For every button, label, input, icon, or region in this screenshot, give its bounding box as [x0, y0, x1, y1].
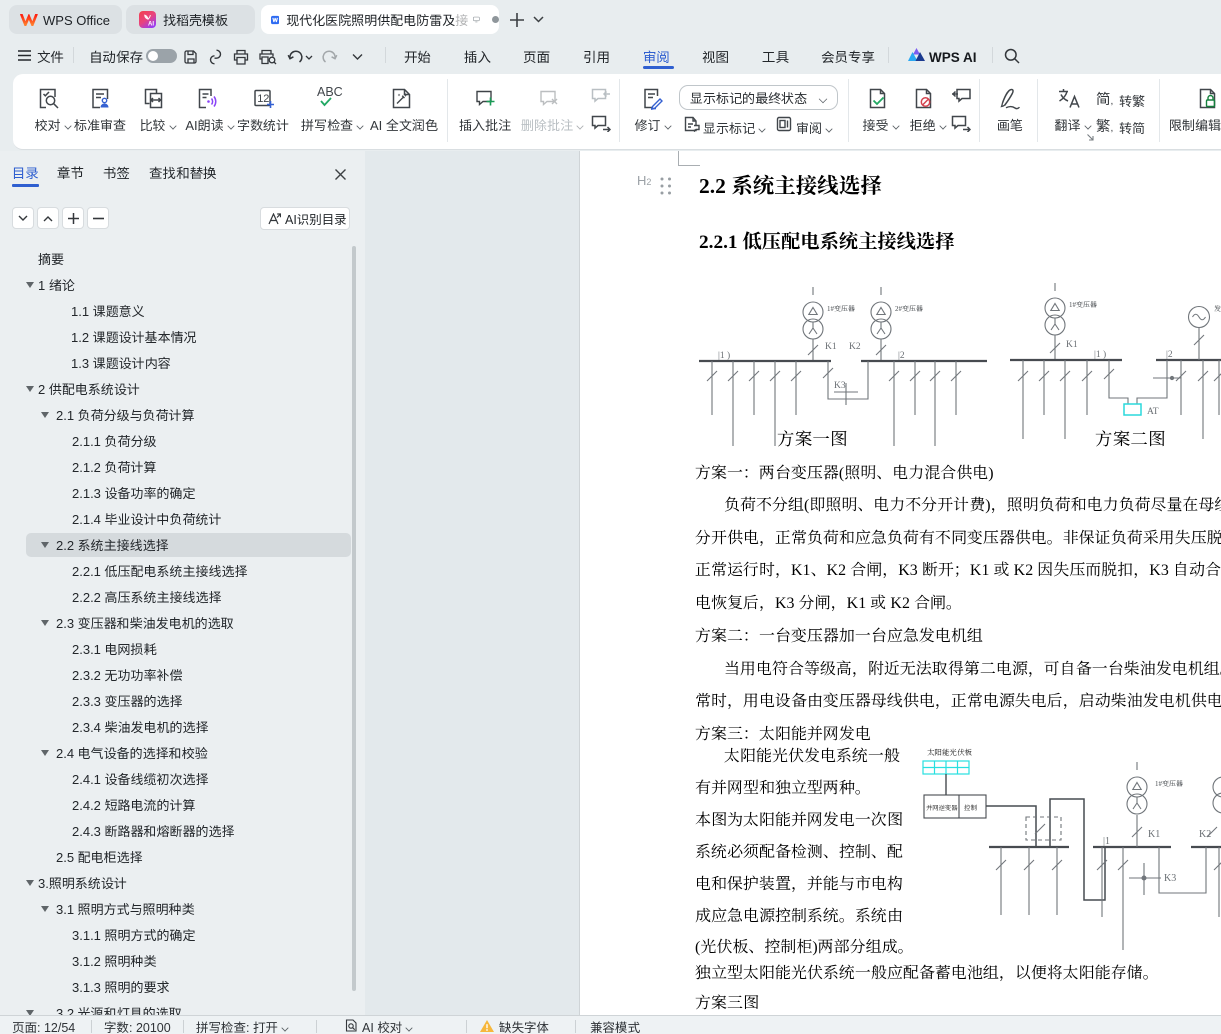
- svg-text:|1 ): |1 ): [718, 347, 730, 361]
- svg-text:太阳能光伏板: 太阳能光伏板: [927, 747, 972, 758]
- svg-text:|2: |2: [898, 347, 905, 361]
- svg-text:AT: AT: [1147, 403, 1159, 417]
- svg-text:AI: AI: [148, 22, 154, 28]
- svg-text:2#变压器: 2#变压器: [895, 304, 923, 314]
- svg-text:K3: K3: [834, 377, 846, 391]
- svg-text:并网逆变器: 并网逆变器: [926, 803, 958, 812]
- svg-text:K3: K3: [1164, 869, 1176, 884]
- svg-text:K2: K2: [1199, 825, 1211, 840]
- svg-text:K1: K1: [1148, 825, 1160, 840]
- svg-text:控制: 控制: [964, 803, 978, 812]
- svg-text:K1: K1: [825, 338, 837, 352]
- svg-text:1#变压器: 1#变压器: [1069, 300, 1097, 310]
- svg-text:|2: |2: [1166, 346, 1173, 360]
- svg-text:发电: 发电: [1214, 304, 1221, 314]
- svg-text:ABC: ABC: [317, 85, 343, 99]
- svg-text:K1: K1: [1066, 336, 1078, 350]
- svg-text:K2: K2: [849, 338, 861, 352]
- svg-text:12: 12: [257, 93, 269, 105]
- svg-text:1#变压器: 1#变压器: [827, 304, 855, 314]
- svg-text:|1 ): |1 ): [1094, 346, 1106, 360]
- svg-text:|1: |1: [1103, 832, 1110, 847]
- svg-text:1#变压器: 1#变压器: [1155, 779, 1183, 789]
